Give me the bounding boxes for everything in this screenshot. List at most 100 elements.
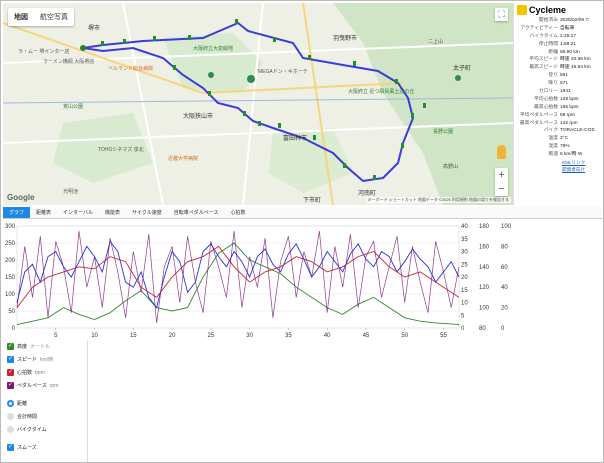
legend-label: 高度	[17, 344, 28, 350]
tab-graph[interactable]: グラフ	[3, 207, 31, 218]
x-tick-label: 30	[246, 333, 253, 339]
fullscreen-icon[interactable]: ⛶	[495, 8, 508, 21]
map-label: 二上山	[428, 39, 444, 45]
map-label: 太子町	[453, 66, 472, 72]
x-axis-option[interactable]: 合計時間	[3, 410, 87, 423]
smooth-toggle[interactable]: ✓ スムーズ	[3, 441, 87, 454]
info-key: アクティビティー	[520, 25, 558, 31]
right-axis-tick-label: 0	[461, 326, 465, 332]
legend-label: 心拍数	[17, 370, 33, 376]
info-row: バイクタイム 2:45:17	[514, 33, 603, 41]
info-row: 開始済み 2025/02/09 7:	[514, 17, 603, 25]
info-row: カロリー 1941	[514, 88, 603, 96]
checkbox-icon: ✓	[7, 356, 14, 363]
satellite-button[interactable]: 航空写真	[34, 8, 74, 26]
y-tick-label: 0	[12, 326, 16, 332]
legend-series-toggle[interactable]: ✓ 高度 メートル	[3, 340, 87, 353]
info-value: 142 rpm	[560, 120, 578, 126]
info-row: 停止時間 1:59:21	[514, 41, 603, 49]
legend-series-toggle[interactable]: ✓ 心拍数 bpm	[3, 366, 87, 379]
x-axis-option[interactable]: 距離	[3, 397, 87, 410]
x-option-label: 合計時間	[17, 414, 38, 420]
legend-series-toggle[interactable]: ✓ ペダルペース rpm	[3, 379, 87, 392]
info-row: 風速 6 km/時 W	[514, 151, 603, 159]
right-axis-tick-label: 80	[479, 326, 486, 332]
info-value: 自転車	[560, 25, 575, 31]
kml-link[interactable]: KMLリンク	[562, 159, 603, 166]
cyclemeter-logo-icon	[517, 5, 527, 15]
right-axis-tick-label: 100	[501, 224, 512, 230]
right-axis-tick-label: 20	[501, 306, 508, 312]
map-label: 荒山公園	[63, 104, 84, 110]
info-row: 湿度 79%	[514, 143, 603, 151]
info-value: TORACLE-COZ.	[560, 128, 596, 134]
tab-feature-table[interactable]: 機能表	[99, 207, 126, 218]
map-label: 堺市	[88, 26, 101, 32]
map-button[interactable]: 地図	[8, 8, 34, 26]
info-key: 平均ペダルペース	[519, 112, 558, 118]
info-value: 56.90 km	[560, 49, 580, 55]
info-value: 時速 20.66 km	[560, 57, 591, 63]
activity-chart[interactable]: 0 50 100 150 200 250 300 5 10 15 20 25 30 35 40 45 50 55 0…	[3, 221, 603, 339]
right-axis-tick-label: 40	[501, 285, 508, 291]
info-row: 距離 56.90 km	[514, 49, 603, 57]
right-axis-tick-label: 180	[479, 224, 490, 230]
tab-cycle-speed[interactable]: サイクル速度	[126, 207, 168, 218]
right-axis-tick-label: 0	[501, 326, 505, 332]
legend-unit: rpm	[49, 382, 59, 389]
right-axis-tick-label: 100	[479, 306, 490, 312]
info-row: 最高スピード 時速 46.64 km	[514, 64, 603, 72]
info-key: バイク	[543, 128, 558, 134]
x-option-label: 距離	[17, 401, 28, 407]
x-tick-label: 55	[440, 333, 447, 339]
map-label: 近畿大学病院	[168, 156, 199, 162]
radio-icon	[7, 426, 14, 433]
zoom-control: + −	[495, 168, 508, 196]
y-tick-label: 200	[5, 258, 16, 264]
developer-link[interactable]: 開発者向け	[562, 166, 603, 173]
route-map[interactable]: 堺市 ラーメン横綱 大阪堺店 ベルランド総合病院 大阪府立大泉緑地 大阪狭山市 …	[3, 3, 513, 205]
x-tick-label: 50	[401, 333, 408, 339]
x-tick-label: 40	[324, 333, 331, 339]
info-value: 571	[560, 81, 569, 87]
info-key: 最高ペダルペース	[519, 120, 558, 126]
zoom-in-button[interactable]: +	[495, 168, 508, 182]
x-tick-label: 15	[130, 333, 137, 339]
info-value: 58 rpm	[560, 112, 575, 118]
legend-unit: bpm	[35, 369, 45, 376]
tab-pedal-pace[interactable]: 自転車ペダルペース	[168, 207, 225, 218]
info-row: 降り 571	[514, 80, 603, 88]
info-value: 591	[560, 73, 569, 79]
right-axis-tick-label: 25	[461, 262, 468, 268]
info-key: 温度	[548, 136, 558, 142]
info-value: 3°C	[560, 136, 569, 142]
x-tick-label: 35	[285, 333, 292, 339]
tab-heart-rate[interactable]: 心拍数	[225, 207, 252, 218]
legend-unit: km/時	[40, 357, 54, 363]
map-attribution[interactable]: キーボード ショートカット 地図データ ©2025 利用規約 地図の誤りを報告す…	[365, 197, 511, 203]
info-value: 6 km/時 W	[560, 152, 583, 158]
right-axis-tick-label: 40	[461, 224, 468, 230]
info-key: 風速	[548, 152, 558, 158]
info-key: バイクタイム	[529, 33, 558, 39]
map-label: 大阪府立 近つ飛鳥風土記の丘	[348, 89, 415, 95]
x-tick-label: 20	[169, 333, 176, 339]
info-row: 平均スピード 時速 20.66 km	[514, 56, 603, 64]
view-tabs: グラフ 距離表 インターバル 機能表 サイクル速度 自転車ペダルペース 心拍数	[3, 207, 603, 219]
map-label: 高野山	[443, 164, 459, 170]
map-type-control: 地図 航空写真	[8, 8, 74, 26]
x-axis-option[interactable]: バイクタイム	[3, 423, 87, 436]
tab-distance-table[interactable]: 距離表	[30, 207, 57, 218]
tab-interval[interactable]: インターバル	[57, 207, 99, 218]
y-tick-label: 250	[5, 241, 16, 247]
google-logo: Google	[7, 193, 35, 202]
zoom-out-button[interactable]: −	[495, 182, 508, 196]
map-label: 長野公園	[433, 129, 454, 135]
info-value: 2:45:17	[560, 33, 577, 39]
info-value: 時速 46.64 km	[560, 65, 591, 71]
street-view-icon[interactable]	[497, 145, 506, 159]
legend-series-toggle[interactable]: ✓ スピード km/時	[3, 353, 87, 366]
info-key: 開始済み	[538, 18, 558, 23]
info-key: 距離	[548, 49, 558, 55]
map-label: 下市町	[303, 198, 322, 204]
